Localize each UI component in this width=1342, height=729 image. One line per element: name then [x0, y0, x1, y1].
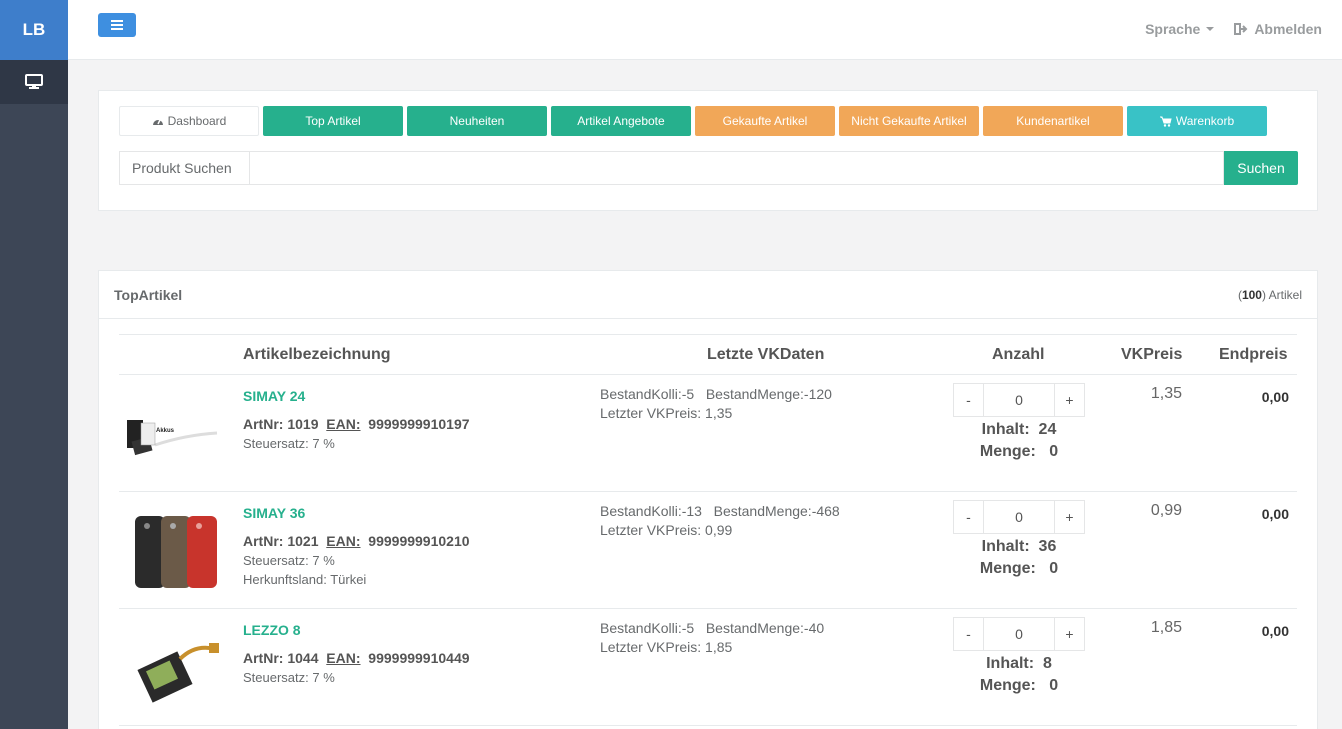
- warenkorb-button[interactable]: Warenkorb: [1127, 106, 1267, 136]
- vkpreis-value: 1,85: [1150, 619, 1182, 636]
- vk-data: BestandKolli:-5 BestandMenge:-120 Letzte…: [600, 385, 832, 423]
- vk-data: BestandKolli:-13 BestandMenge:-468 Letzt…: [600, 502, 840, 540]
- products-table: Artikelbezeichnung Letzte VKDaten Anzahl…: [119, 334, 1297, 726]
- top-artikel-button[interactable]: Top Artikel: [263, 106, 403, 136]
- kundenartikel-button[interactable]: Kundenartikel: [983, 106, 1123, 136]
- language-label: Sprache: [1145, 21, 1201, 37]
- sign-out-icon: [1234, 23, 1248, 35]
- flex-cable-product-icon: [137, 643, 219, 703]
- svg-text:Akkus: Akkus: [156, 428, 175, 434]
- increment-button[interactable]: +: [1054, 500, 1085, 534]
- phone-case-product-icon: [135, 516, 217, 588]
- dashboard-icon: [152, 119, 163, 125]
- top-navbar: Sprache Abmelden: [68, 0, 1342, 60]
- vk-data: BestandKolli:-5 BestandMenge:-40 Letzter…: [600, 619, 824, 657]
- quantity-stepper: - 0 +: [953, 383, 1085, 417]
- product-name-link[interactable]: LEZZO 8: [243, 622, 301, 638]
- article-count: (100) Artikel: [1237, 287, 1302, 302]
- col-anzahl: Anzahl: [992, 346, 1045, 363]
- quantity-info: Inhalt: 36 Menge: 0: [979, 538, 1059, 577]
- caret-down-icon: [1206, 27, 1215, 31]
- gekaufte-artikel-button[interactable]: Gekaufte Artikel: [695, 106, 835, 136]
- table-row: SIMAY 36 ArtNr: 1021 EAN: 9999999910210 …: [119, 492, 1297, 609]
- vkpreis-value: 0,99: [1150, 502, 1182, 519]
- steuersatz: Steuersatz: 7 %: [243, 553, 335, 568]
- letzter-vkpreis: Letzter VKPreis: 1,35: [600, 405, 733, 421]
- product-name-link[interactable]: SIMAY 36: [243, 505, 305, 521]
- product-image[interactable]: [125, 629, 225, 709]
- search-button[interactable]: Suchen: [1224, 151, 1298, 185]
- decrement-button[interactable]: -: [953, 617, 984, 651]
- table-row: Akkus SIMAY 24 ArtNr: 1019 EAN: 99999999…: [119, 375, 1297, 492]
- search-row: Produkt Suchen Suchen: [119, 151, 1298, 185]
- battery-product-icon: Akkus: [127, 420, 218, 456]
- quantity-stepper: - 0 +: [953, 617, 1085, 651]
- monitor-icon: [25, 74, 43, 89]
- endpreis-value: 0,00: [1261, 506, 1289, 522]
- panel-title: TopArtikel: [114, 286, 183, 303]
- decrement-button[interactable]: -: [953, 383, 984, 417]
- bestand: BestandKolli:-5 BestandMenge:-120: [600, 386, 832, 402]
- increment-button[interactable]: +: [1054, 617, 1085, 651]
- artikel-angebote-button[interactable]: Artikel Angebote: [551, 106, 691, 136]
- product-image[interactable]: Akkus: [125, 395, 225, 475]
- quantity-input[interactable]: 0: [984, 617, 1054, 651]
- herkunftsland: Herkunftsland: Türkei: [243, 572, 367, 587]
- search-input[interactable]: [249, 151, 1224, 185]
- product-info: ArtNr: 1044 EAN: 9999999910449 Steuersat…: [243, 650, 470, 685]
- language-dropdown[interactable]: Sprache: [1145, 21, 1215, 37]
- col-artikelbezeichnung: Artikelbezeichnung: [243, 346, 391, 363]
- search-label: Produkt Suchen: [119, 151, 249, 185]
- quantity-info: Inhalt: 8 Menge: 0: [979, 655, 1059, 694]
- sidebar-item-dashboard[interactable]: [0, 60, 68, 104]
- panel-header: TopArtikel (100) Artikel: [99, 271, 1317, 319]
- top-artikel-panel: TopArtikel (100) Artikel Artikelbezeichn…: [98, 270, 1318, 729]
- decrement-button[interactable]: -: [953, 500, 984, 534]
- letzter-vkpreis: Letzter VKPreis: 1,85: [600, 639, 733, 655]
- menu-toggle-button[interactable]: [98, 13, 136, 37]
- logout-label: Abmelden: [1254, 21, 1322, 37]
- steuersatz: Steuersatz: 7 %: [243, 436, 335, 451]
- col-vkpreis: VKPreis: [1121, 346, 1183, 363]
- product-image[interactable]: [125, 512, 225, 592]
- product-info: ArtNr: 1019 EAN: 9999999910197 Steuersat…: [243, 416, 470, 451]
- endpreis-value: 0,00: [1261, 623, 1289, 639]
- steuersatz: Steuersatz: 7 %: [243, 670, 335, 685]
- table-row: LEZZO 8 ArtNr: 1044 EAN: 9999999910449 S…: [119, 609, 1297, 726]
- vkpreis-value: 1,35: [1150, 385, 1182, 402]
- increment-button[interactable]: +: [1054, 383, 1085, 417]
- neuheiten-button[interactable]: Neuheiten: [407, 106, 547, 136]
- quantity-input[interactable]: 0: [984, 500, 1054, 534]
- product-name-link[interactable]: SIMAY 24: [243, 388, 305, 404]
- quantity-info: Inhalt: 24 Menge: 0: [979, 421, 1059, 460]
- nav-button-row: Dashboard Top Artikel Neuheiten Artikel …: [119, 106, 1267, 136]
- cart-icon: [1159, 116, 1172, 127]
- sidebar: LB: [0, 0, 68, 729]
- logout-link[interactable]: Abmelden: [1234, 21, 1322, 37]
- quantity-stepper: - 0 +: [953, 500, 1085, 534]
- col-endpreis: Endpreis: [1219, 346, 1288, 363]
- product-info: ArtNr: 1021 EAN: 9999999910210 Steuersat…: [243, 533, 470, 587]
- bestand: BestandKolli:-13 BestandMenge:-468: [600, 503, 840, 519]
- nav-panel: Dashboard Top Artikel Neuheiten Artikel …: [98, 90, 1318, 211]
- col-letzte-vkdaten: Letzte VKDaten: [707, 346, 825, 363]
- letzter-vkpreis: Letzter VKPreis: 0,99: [600, 522, 733, 538]
- brand-logo[interactable]: LB: [0, 0, 68, 60]
- table-header: Artikelbezeichnung Letzte VKDaten Anzahl…: [119, 335, 1297, 375]
- endpreis-value: 0,00: [1261, 389, 1289, 405]
- hamburger-icon: [111, 20, 123, 30]
- bestand: BestandKolli:-5 BestandMenge:-40: [600, 620, 825, 636]
- dashboard-button[interactable]: Dashboard: [119, 106, 259, 136]
- quantity-input[interactable]: 0: [984, 383, 1054, 417]
- nicht-gekaufte-artikel-button[interactable]: Nicht Gekaufte Artikel: [839, 106, 979, 136]
